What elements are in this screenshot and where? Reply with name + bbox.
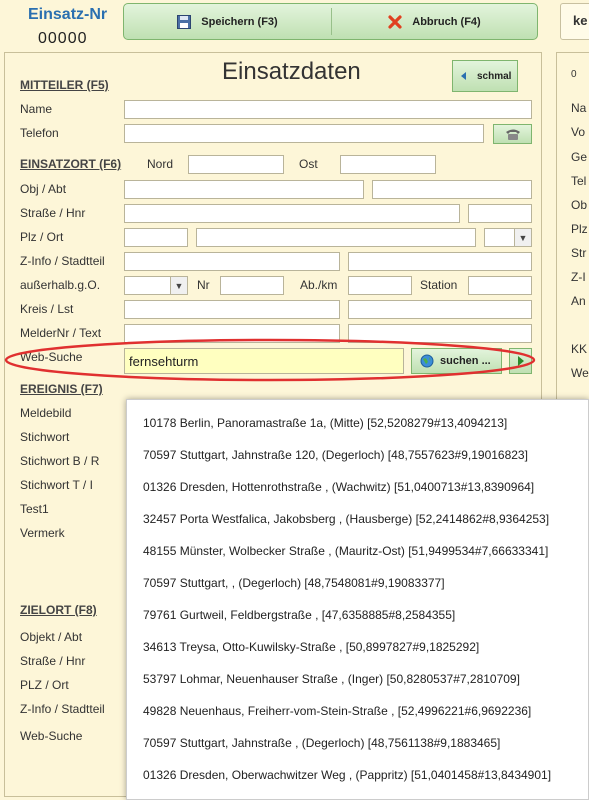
section-mitteiler: MITTEILER (F5) <box>20 78 109 92</box>
einsatz-nr-value: 00000 <box>38 30 88 47</box>
page-title: Einsatzdaten <box>222 58 361 85</box>
save-button[interactable]: Speichern (F3) <box>124 4 331 39</box>
section-ereignis: EREIGNIS (F7) <box>20 382 103 396</box>
telefon-input[interactable] <box>124 124 484 143</box>
ziel-plz-label: PLZ / Ort <box>20 678 69 692</box>
save-label: Speichern (F3) <box>201 15 278 28</box>
telefon-label: Telefon <box>20 126 59 140</box>
right-label: Ob <box>571 198 588 212</box>
ausserhalb-label: außerhalb.g.O. <box>20 278 101 292</box>
right-label: Vo <box>571 125 586 139</box>
websuche-suggestions: 10178 Berlin, Panoramastraße 1a, (Mitte)… <box>126 399 589 800</box>
suggestion-item[interactable]: 49828 Neuenhaus, Freiherr-vom-Stein-Stra… <box>143 704 531 718</box>
obj-label: Obj / Abt <box>20 182 67 196</box>
meldebild-label: Meldebild <box>20 406 72 420</box>
vermerk-label: Vermerk <box>20 526 65 540</box>
section-zielort: ZIELORT (F8) <box>20 603 97 617</box>
ost-label: Ost <box>299 157 318 171</box>
ziel-zinfo-label: Z-Info / Stadtteil <box>20 702 105 716</box>
ziel-websuche-label: Web-Suche <box>20 729 83 743</box>
abkm-label: Ab./km <box>300 278 338 292</box>
ziel-strasse-label: Straße / Hnr <box>20 654 86 668</box>
station-input[interactable] <box>468 276 532 295</box>
abkm-input[interactable] <box>348 276 412 295</box>
test1-label: Test1 <box>20 502 49 516</box>
right-label: Ge <box>571 150 588 164</box>
ort-input[interactable] <box>196 228 476 247</box>
plz-input[interactable] <box>124 228 188 247</box>
toolbar: Speichern (F3) Abbruch (F4) <box>123 3 538 40</box>
chevron-down-icon: ▼ <box>170 277 187 294</box>
nord-label: Nord <box>147 157 174 171</box>
suggestion-item[interactable]: 34613 Treysa, Otto-Kuwilsky-Straße , [50… <box>143 640 479 654</box>
suggestion-item[interactable]: 53797 Lohmar, Neuenhauser Straße , (Inge… <box>143 672 520 686</box>
zinfo-input[interactable] <box>124 252 340 271</box>
kreis-label: Kreis / Lst <box>20 302 74 316</box>
right-label: Str <box>571 246 587 260</box>
cancel-label: Abbruch (F4) <box>412 15 481 28</box>
suggestion-item[interactable]: 70597 Stuttgart, Jahnstraße 120, (Degerl… <box>143 448 528 462</box>
ziel-objekt-label: Objekt / Abt <box>20 630 83 644</box>
right-label: We <box>571 366 589 380</box>
right-header-tab[interactable]: ke <box>560 3 589 40</box>
einsatz-nr-label: Einsatz-Nr <box>28 6 108 23</box>
suggestion-item[interactable]: 70597 Stuttgart, , (Degerloch) [48,75480… <box>143 576 445 590</box>
suggestion-item[interactable]: 01326 Dresden, Hottenrothstraße , (Wachw… <box>143 480 534 494</box>
ort-dropdown[interactable]: ▼ <box>484 228 532 247</box>
name-input[interactable] <box>124 100 532 119</box>
ost-input[interactable] <box>340 155 436 174</box>
right-label: Z-I <box>571 270 586 284</box>
nr-label: Nr <box>197 278 210 292</box>
hausnummer-input[interactable] <box>468 204 532 223</box>
right-label: Tel <box>571 174 587 188</box>
name-label: Name <box>20 102 53 116</box>
suggestion-item[interactable]: 70597 Stuttgart, Jahnstraße , (Degerloch… <box>143 736 500 750</box>
floppy-disk-icon <box>177 14 192 29</box>
suggestion-item[interactable]: 79761 Gurtweil, Feldbergstraße , [47,635… <box>143 608 455 622</box>
red-x-icon <box>388 14 402 29</box>
suggestion-item[interactable]: 10178 Berlin, Panoramastraße 1a, (Mitte)… <box>143 416 507 430</box>
kreis-input[interactable] <box>124 300 340 319</box>
stichwort-b-label: Stichwort B / R <box>20 454 100 468</box>
arrow-left-icon <box>461 72 466 80</box>
schmal-label: schmal <box>477 70 512 82</box>
cancel-button[interactable]: Abbruch (F4) <box>332 4 537 39</box>
obj-input[interactable] <box>124 180 364 199</box>
schmal-button[interactable]: schmal <box>452 60 518 92</box>
suggestion-item[interactable]: 01326 Dresden, Oberwachwitzer Weg , (Pap… <box>143 768 551 782</box>
right-label: Na <box>571 101 587 115</box>
right-label: Plz <box>571 222 588 236</box>
plz-label: Plz / Ort <box>20 230 64 244</box>
telephone-icon <box>506 129 520 140</box>
right-label: KK <box>571 342 588 356</box>
section-einsatzort: EINSATZORT (F6) <box>20 157 122 171</box>
nr-input[interactable] <box>220 276 284 295</box>
chevron-down-icon: ▼ <box>514 229 531 246</box>
strasse-label: Straße / Hnr <box>20 206 86 220</box>
suggestion-item[interactable]: 48155 Münster, Wolbecker Straße , (Mauri… <box>143 544 548 558</box>
right-label: An <box>571 294 586 308</box>
annotation-ellipse <box>4 338 536 382</box>
stichwort-t-label: Stichwort T / I <box>20 478 93 492</box>
abt-input[interactable] <box>372 180 532 199</box>
nord-input[interactable] <box>188 155 284 174</box>
suggestion-item[interactable]: 32457 Porta Westfalica, Jakobsberg , (Ha… <box>143 512 549 526</box>
stichwort-label: Stichwort <box>20 430 70 444</box>
strasse-input[interactable] <box>124 204 460 223</box>
telefon-button[interactable] <box>493 124 532 144</box>
ausserhalb-dropdown[interactable]: ▼ <box>124 276 188 295</box>
zinfo-label: Z-Info / Stadtteil <box>20 254 105 268</box>
station-label: Station <box>420 278 458 292</box>
stadtteil-input[interactable] <box>348 252 532 271</box>
right-panel-count: 0 <box>571 69 577 80</box>
lst-input[interactable] <box>348 300 532 319</box>
